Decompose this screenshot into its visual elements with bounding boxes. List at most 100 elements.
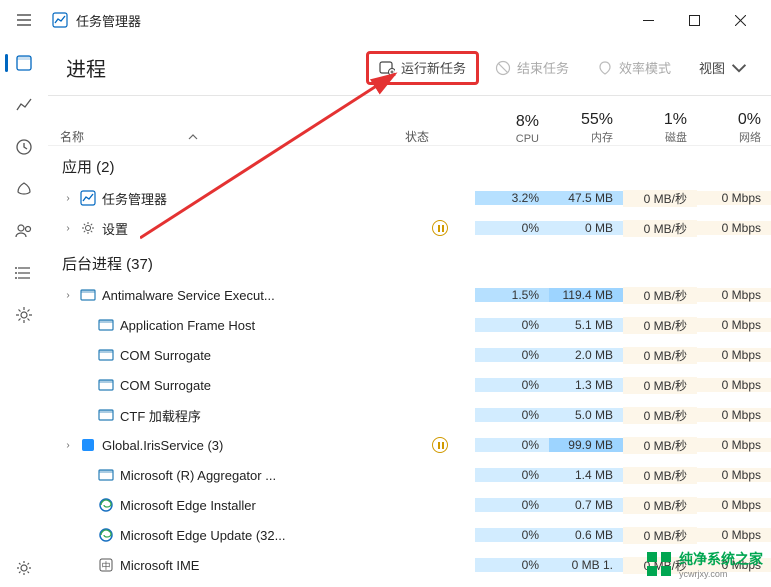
col-network[interactable]: 0%网络 (697, 111, 771, 145)
expand-chevron[interactable]: › (62, 290, 74, 301)
net-cell: 0 Mbps (697, 468, 771, 482)
process-name: CTF 加载程序 (120, 406, 201, 425)
cpu-cell: 0% (475, 498, 549, 512)
sidebar-settings[interactable] (5, 549, 43, 587)
net-cell: 0 Mbps (697, 528, 771, 542)
net-cell: 0 Mbps (697, 438, 771, 452)
group-apps: 应用 (2) (48, 146, 771, 183)
expand-chevron[interactable]: › (62, 223, 74, 234)
column-header: 名称 状态 8%CPU 55%内存 1%磁盘 0%网络 (48, 96, 771, 146)
efficiency-icon (597, 60, 613, 76)
expand-chevron[interactable]: › (62, 440, 74, 451)
table-row[interactable]: COM Surrogate0%2.0 MB0 MB/秒0 Mbps (48, 340, 771, 370)
process-name: Global.IrisService (3) (102, 438, 223, 453)
cpu-cell: 0% (475, 408, 549, 422)
cpu-cell: 0% (475, 468, 549, 482)
content-area: 进程 运行新任务 结束任务 效率模式 视图 (48, 40, 771, 587)
table-row[interactable]: CTF 加载程序0%5.0 MB0 MB/秒0 Mbps (48, 400, 771, 430)
maximize-button[interactable] (671, 4, 717, 36)
cpu-cell: 0% (475, 221, 549, 235)
services-icon (15, 306, 33, 324)
status-cell (405, 437, 475, 453)
cpu-cell: 0% (475, 438, 549, 452)
app-icon (52, 12, 68, 28)
run-new-task-button[interactable]: 运行新任务 (366, 51, 479, 85)
view-button[interactable]: 视图 (687, 51, 759, 85)
disk-cell: 0 MB/秒 (623, 377, 697, 394)
cpu-cell: 3.2% (475, 191, 549, 205)
table-row[interactable]: ›Global.IrisService (3)0%99.9 MB0 MB/秒0 … (48, 430, 771, 460)
pause-icon (432, 437, 448, 453)
process-name: Microsoft IME (120, 558, 199, 573)
close-button[interactable] (717, 4, 763, 36)
status-cell (405, 220, 475, 236)
sidebar-startup[interactable] (5, 170, 43, 208)
process-icon (98, 527, 114, 543)
mem-cell: 5.0 MB (549, 408, 623, 422)
sidebar-history[interactable] (5, 128, 43, 166)
run-new-icon (379, 60, 395, 76)
history-icon (15, 138, 33, 156)
gear-icon (15, 559, 33, 577)
sidebar-users[interactable] (5, 212, 43, 250)
disk-cell: 0 MB/秒 (623, 317, 697, 334)
process-name: 任务管理器 (102, 189, 167, 208)
mem-cell: 1.4 MB (549, 468, 623, 482)
table-row[interactable]: ›设置0%0 MB0 MB/秒0 Mbps (48, 213, 771, 243)
process-name: Microsoft Edge Installer (120, 498, 256, 513)
table-row[interactable]: Microsoft Edge Update (32...0%0.6 MB0 MB… (48, 520, 771, 550)
table-row[interactable]: ›任务管理器3.2%47.5 MB0 MB/秒0 Mbps (48, 183, 771, 213)
sidebar-details[interactable] (5, 254, 43, 292)
col-cpu[interactable]: 8%CPU (475, 113, 549, 145)
disk-cell: 0 MB/秒 (623, 467, 697, 484)
expand-chevron[interactable]: › (62, 193, 74, 204)
mem-cell: 0 MB 1. (549, 558, 623, 572)
cpu-cell: 0% (475, 528, 549, 542)
net-cell: 0 Mbps (697, 498, 771, 512)
col-status[interactable]: 状态 (405, 128, 475, 145)
process-icon (80, 220, 96, 236)
efficiency-mode-button[interactable]: 效率模式 (585, 51, 683, 85)
startup-icon (15, 180, 33, 198)
hamburger-menu[interactable] (8, 4, 40, 36)
net-cell: 0 Mbps (697, 348, 771, 362)
table-row[interactable]: ›Antimalware Service Execut...1.5%119.4 … (48, 280, 771, 310)
users-icon (15, 222, 33, 240)
table-row[interactable]: ›Microsoft Network Realtim...0%1.3 MB0 M… (48, 580, 771, 587)
cpu-cell: 0% (475, 558, 549, 572)
col-disk[interactable]: 1%磁盘 (623, 111, 697, 145)
table-row[interactable]: COM Surrogate0%1.3 MB0 MB/秒0 Mbps (48, 370, 771, 400)
sidebar-performance[interactable] (5, 86, 43, 124)
mem-cell: 0.6 MB (549, 528, 623, 542)
pause-icon (432, 220, 448, 236)
watermark-sub: ycwrjxy.com (679, 569, 763, 579)
process-icon (98, 467, 114, 483)
col-name[interactable]: 名称 (48, 128, 405, 145)
sidebar-processes[interactable] (5, 44, 43, 82)
group-background: 后台进程 (37) (48, 243, 771, 280)
net-cell: 0 Mbps (697, 318, 771, 332)
disk-cell: 0 MB/秒 (623, 347, 697, 364)
table-row[interactable]: Microsoft Edge Installer0%0.7 MB0 MB/秒0 … (48, 490, 771, 520)
sidebar-services[interactable] (5, 296, 43, 334)
process-icon (98, 407, 114, 423)
window-title: 任务管理器 (76, 11, 141, 30)
table-row[interactable]: Microsoft (R) Aggregator ...0%1.4 MB0 MB… (48, 460, 771, 490)
table-row[interactable]: Application Frame Host0%5.1 MB0 MB/秒0 Mb… (48, 310, 771, 340)
process-name: 设置 (102, 219, 128, 238)
col-memory[interactable]: 55%内存 (549, 111, 623, 145)
end-task-button[interactable]: 结束任务 (483, 51, 581, 85)
mem-cell: 2.0 MB (549, 348, 623, 362)
details-icon (15, 264, 33, 282)
efficiency-label: 效率模式 (619, 58, 671, 77)
mem-cell: 47.5 MB (549, 191, 623, 205)
process-icon (80, 287, 96, 303)
minimize-button[interactable] (625, 4, 671, 36)
process-list[interactable]: 应用 (2)›任务管理器3.2%47.5 MB0 MB/秒0 Mbps›设置0%… (48, 146, 771, 587)
cpu-cell: 0% (475, 378, 549, 392)
process-name: COM Surrogate (120, 378, 211, 393)
cpu-cell: 0% (475, 318, 549, 332)
disk-cell: 0 MB/秒 (623, 190, 697, 207)
process-icon (98, 377, 114, 393)
disk-cell: 0 MB/秒 (623, 220, 697, 237)
